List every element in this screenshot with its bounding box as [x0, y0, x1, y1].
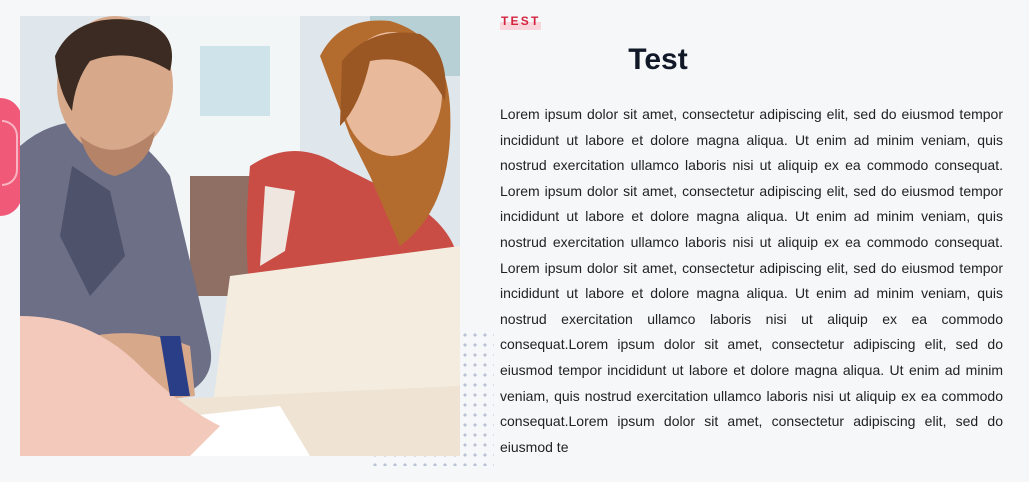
- text-section: TEST Test Lorem ipsum dolor sit amet, co…: [500, 12, 1003, 460]
- section-title: Test: [628, 43, 688, 76]
- students-laptop-illustration: [20, 16, 460, 456]
- pink-decoration-shape: [0, 98, 22, 216]
- section-paragraph: Lorem ipsum dolor sit amet, consectetur …: [500, 106, 1003, 455]
- section-eyebrow: TEST: [500, 12, 542, 30]
- students-photo: [20, 16, 460, 456]
